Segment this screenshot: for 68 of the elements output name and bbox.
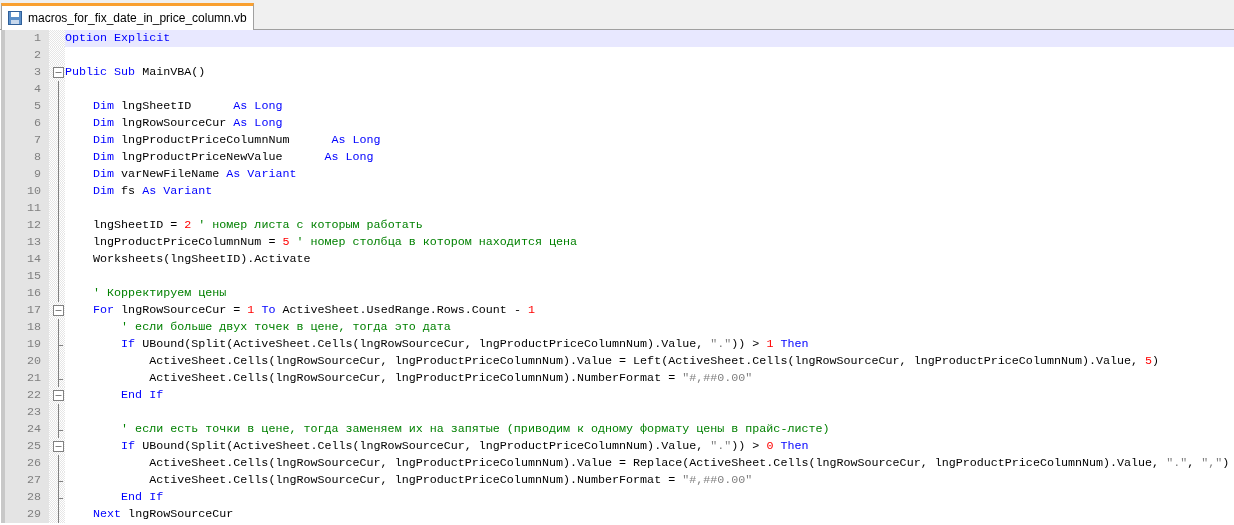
code-line: ActiveSheet.Cells(lngRowSourceCur, lngProductPriceColumnNum).Value = Left(ActiveSheet.Cells(lngRowSourceCur, lngProductPriceColumnNum).Value, 5) xyxy=(149,353,1160,370)
code-line: ActiveSheet.Cells(lngRowSourceCur, lngProductPriceColumnNum).NumberFormat = "#,##0.00" xyxy=(149,472,753,489)
line-number: 3 xyxy=(5,64,49,81)
code-line: Dim fs As Variant xyxy=(93,183,213,200)
fold-line xyxy=(58,404,59,421)
fold-margin xyxy=(49,30,65,47)
fold-minus-icon[interactable] xyxy=(53,441,64,452)
line-number: 5 xyxy=(5,98,49,115)
code-line: Dim lngRowSourceCur As Long xyxy=(93,115,283,132)
fold-minus-icon[interactable] xyxy=(53,390,64,401)
code-line: Dim lngProductPriceColumnNum As Long xyxy=(93,132,381,149)
line-number: 29 xyxy=(5,506,49,523)
fold-minus-icon[interactable] xyxy=(53,305,64,316)
line-number: 2 xyxy=(5,47,49,64)
code-line: ' Корректируем цены xyxy=(93,285,227,302)
fold-minus-icon[interactable] xyxy=(53,67,64,78)
line-number: 12 xyxy=(5,217,49,234)
line-number: 8 xyxy=(5,149,49,166)
line-number: 21 xyxy=(5,370,49,387)
code-line: Dim varNewFileName As Variant xyxy=(93,166,297,183)
fold-line xyxy=(58,506,59,523)
line-number: 22 xyxy=(5,387,49,404)
code-line: lngSheetID = 2 ' номер листа с которым работать xyxy=(93,217,423,234)
fold-margin xyxy=(49,47,65,64)
line-number: 15 xyxy=(5,268,49,285)
fold-line xyxy=(58,455,59,472)
line-number: 20 xyxy=(5,353,49,370)
line-number: 11 xyxy=(5,200,49,217)
fold-branch-line xyxy=(58,370,64,387)
fold-line xyxy=(58,319,59,336)
code-line: If UBound(Split(ActiveSheet.Cells(lngRowSourceCur, lngProductPriceColumnNum).Value, ".")) > 1 Then xyxy=(121,336,809,353)
line-number: 14 xyxy=(5,251,49,268)
line-number: 10 xyxy=(5,183,49,200)
line-number: 1 xyxy=(5,30,49,47)
line-number: 7 xyxy=(5,132,49,149)
code-line: End If xyxy=(121,489,164,506)
fold-line xyxy=(58,353,59,370)
line-number: 13 xyxy=(5,234,49,251)
code-line: For lngRowSourceCur = 1 To ActiveSheet.UsedRange.Rows.Count - 1 xyxy=(93,302,535,319)
file-tab[interactable]: macros_for_fix_date_in_price_column.vb xyxy=(1,3,254,30)
fold-branch-line xyxy=(58,421,64,438)
code-line: End If xyxy=(121,387,164,404)
code-line: ActiveSheet.Cells(lngRowSourceCur, lngProductPriceColumnNum).Value = Replace(ActiveSheet.Cells(lngRowSourceCur, lngProductPriceColumnNum).Value, ".", ",") xyxy=(149,455,1230,472)
line-number: 16 xyxy=(5,285,49,302)
code-line: ' если есть точки в цене, тогда заменяем их на запятые (приводим к одному формату цены в прайс-листе) xyxy=(121,421,830,438)
line-number: 23 xyxy=(5,404,49,421)
code-line: ActiveSheet.Cells(lngRowSourceCur, lngProductPriceColumnNum).NumberFormat = "#,##0.00" xyxy=(149,370,753,387)
code-line: Dim lngSheetID As Long xyxy=(93,98,283,115)
line-number: 9 xyxy=(5,166,49,183)
line-number: 26 xyxy=(5,455,49,472)
code-line: If UBound(Split(ActiveSheet.Cells(lngRowSourceCur, lngProductPriceColumnNum).Value, ".")) > 0 Then xyxy=(121,438,809,455)
code-line: ' если больше двух точек в цене, тогда это дата xyxy=(121,319,451,336)
line-number: 24 xyxy=(5,421,49,438)
line-number: 6 xyxy=(5,115,49,132)
code-line: Option Explicit xyxy=(65,30,171,47)
code-line: lngProductPriceColumnNum = 5 ' номер столбца в котором находится цена xyxy=(93,234,577,251)
line-number: 27 xyxy=(5,472,49,489)
line-number: 17 xyxy=(5,302,49,319)
code-line: Worksheets(lngSheetID).Activate xyxy=(93,251,311,268)
fold-branch-line xyxy=(58,336,64,353)
line-number: 28 xyxy=(5,489,49,506)
code-line: Dim lngProductPriceNewValue As Long xyxy=(93,149,374,166)
line-number: 18 xyxy=(5,319,49,336)
line-number: 4 xyxy=(5,81,49,98)
line-number: 25 xyxy=(5,438,49,455)
code-line: Public Sub MainVBA() xyxy=(65,64,206,81)
line-number: 19 xyxy=(5,336,49,353)
code-line: Next lngRowSourceCur xyxy=(93,506,234,523)
